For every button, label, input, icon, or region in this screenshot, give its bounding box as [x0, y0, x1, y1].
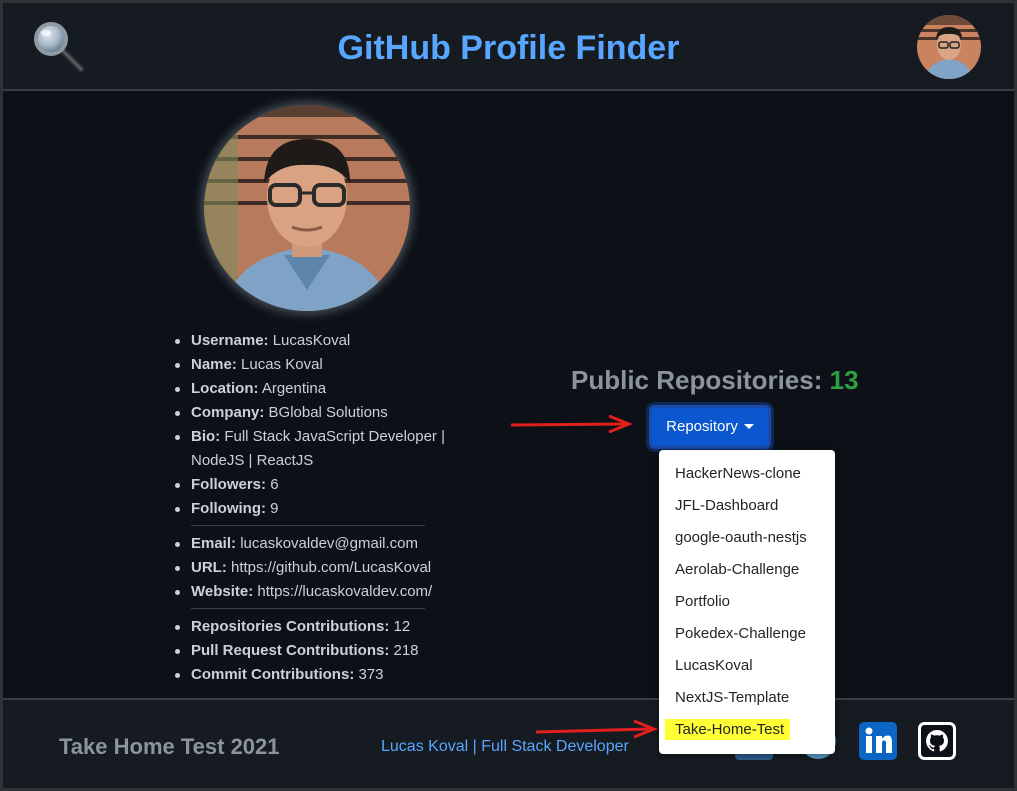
repository-dropdown-button[interactable]: Repository [649, 405, 771, 449]
field-name: Name: Lucas Koval [171, 353, 471, 377]
field-username: Username: LucasKoval [171, 329, 471, 353]
red-arrow-icon [510, 414, 633, 434]
divider [191, 608, 425, 609]
field-followers: Followers: 6 [171, 473, 471, 497]
highlighted-repo-label: Take-Home-Test [665, 719, 791, 740]
profile-fields: Username: LucasKoval Name: Lucas Koval L… [171, 329, 471, 521]
repo-item-pokedex-challenge[interactable]: Pokedex-Challenge [659, 618, 835, 650]
repo-item-hackernews-clone[interactable]: HackerNews-clone [659, 458, 835, 490]
profile-info: Username: LucasKoval Name: Lucas Koval L… [171, 329, 471, 687]
profile-avatar [204, 105, 410, 311]
repository-dropdown-label: Repository [666, 418, 738, 435]
field-pr-contributions: Pull Request Contributions: 218 [171, 639, 471, 663]
github-icon[interactable] [918, 722, 956, 760]
footer: Take Home Test 2021 Lucas Koval | Full S… [3, 698, 1014, 788]
main-content: Username: LucasKoval Name: Lucas Koval L… [3, 93, 1014, 698]
repo-item-portfolio[interactable]: Portfolio [659, 586, 835, 618]
repository-dropdown-menu: HackerNews-clone JFL-Dashboard google-oa… [659, 450, 835, 754]
linkedin-icon[interactable] [859, 722, 897, 760]
repo-item-jfl-dashboard[interactable]: JFL-Dashboard [659, 490, 835, 522]
repo-item-aerolab-challenge[interactable]: Aerolab-Challenge [659, 554, 835, 586]
field-url: URL: https://github.com/LucasKoval [171, 556, 471, 580]
footer-title: Take Home Test 2021 [59, 734, 280, 759]
red-arrow-icon-2 [535, 719, 658, 739]
caret-down-icon [743, 424, 754, 429]
repos-count: 13 [829, 365, 859, 395]
repo-item-lucaskoval[interactable]: LucasKoval [659, 650, 835, 682]
divider [191, 525, 425, 526]
contribution-fields: Repositories Contributions: 12 Pull Requ… [171, 615, 471, 687]
contact-fields: Email: lucaskovaldev@gmail.com URL: http… [171, 532, 471, 604]
header: GitHub Profile Finder [3, 3, 1014, 91]
repo-item-take-home-test[interactable]: Take-Home-Test [659, 714, 835, 746]
field-commit-contributions: Commit Contributions: 373 [171, 663, 471, 687]
field-location: Location: Argentina [171, 377, 471, 401]
repo-item-nextjs-template[interactable]: NextJS-Template [659, 682, 835, 714]
field-repo-contributions: Repositories Contributions: 12 [171, 615, 471, 639]
field-following: Following: 9 [171, 497, 471, 521]
field-company: Company: BGlobal Solutions [171, 401, 471, 425]
page-title: GitHub Profile Finder [337, 29, 680, 67]
repos-heading-label: Public Repositories: [571, 365, 823, 395]
user-avatar[interactable] [917, 15, 981, 79]
field-bio: Bio: Full Stack JavaScript Developer | N… [171, 425, 471, 473]
repo-item-google-oauth-nestjs[interactable]: google-oauth-nestjs [659, 522, 835, 554]
field-website: Website: https://lucaskovaldev.com/ [171, 580, 471, 604]
repos-heading: Public Repositories: 13 [571, 365, 859, 396]
field-email: Email: lucaskovaldev@gmail.com [171, 532, 471, 556]
